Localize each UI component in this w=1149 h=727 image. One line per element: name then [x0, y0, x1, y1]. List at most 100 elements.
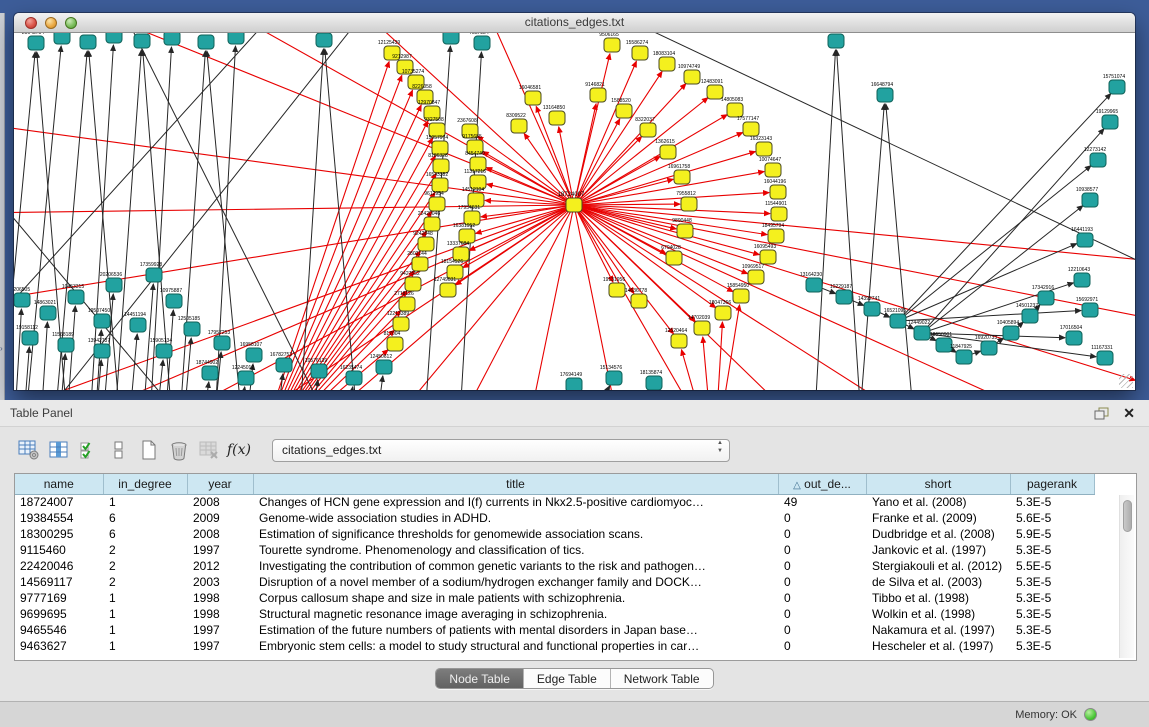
graph-node[interactable]: 15134576 [600, 365, 622, 385]
graph-node[interactable]: 12245012 [232, 365, 254, 385]
graph-edge[interactable] [142, 284, 153, 390]
cell-short[interactable]: de Silva et al. (2003) [866, 574, 1010, 590]
left-collapse-strip[interactable]: › [0, 13, 5, 400]
cell-name[interactable]: 9777169 [15, 590, 103, 606]
memory-status-light-icon[interactable] [1084, 708, 1097, 721]
graph-node[interactable]: 17016504 [1060, 325, 1082, 345]
close-window-button[interactable] [25, 17, 37, 29]
graph-node[interactable]: 19131956 [603, 277, 625, 297]
graph-edge[interactable] [584, 386, 610, 390]
graph-node[interactable]: 15586274 [626, 40, 648, 60]
window-titlebar[interactable]: citations_edges.txt [14, 13, 1135, 33]
graph-node[interactable]: 10196533 [158, 33, 180, 45]
table-row[interactable]: 1938455462009Genome-wide association stu… [15, 510, 1094, 526]
cell-title[interactable]: Embryonic stem cells: a model to study s… [253, 638, 778, 654]
graph-node[interactable]: 15276809 [192, 33, 214, 49]
resize-grip-icon[interactable] [1119, 374, 1133, 388]
graph-node[interactable]: 7857224 [469, 33, 490, 50]
graph-node[interactable]: 16235474 [340, 365, 362, 385]
graph-node[interactable]: 12450612 [370, 354, 392, 374]
cell-out-degree[interactable]: 0 [778, 574, 866, 590]
graph-edge[interactable] [898, 244, 1077, 321]
cell-title[interactable]: Tourette syndrome. Phenomenology and cla… [253, 542, 778, 558]
graph-edge[interactable] [574, 205, 1135, 262]
graph-node[interactable]: 9427552 [400, 271, 421, 291]
network-select-dropdown[interactable]: citations_edges.txt ▲▼ [272, 439, 730, 462]
cell-short[interactable]: Nakamura et al. (1997) [866, 622, 1010, 638]
cell-pagerank[interactable]: 5.3E-5 [1010, 574, 1094, 590]
graph-node[interactable]: 10405894 [997, 320, 1019, 340]
graph-node[interactable]: 8454749 [465, 151, 486, 171]
graph-node[interactable]: 7955812 [676, 191, 697, 211]
cell-year[interactable]: 1997 [187, 638, 253, 654]
graph-node[interactable]: 817004 [384, 331, 403, 351]
graph-node[interactable]: 16958107 [240, 342, 262, 362]
minimize-window-button[interactable] [45, 17, 57, 29]
graph-node[interactable]: 18154926 [441, 259, 463, 279]
graph-node[interactable]: 11825804 [74, 33, 96, 49]
collapse-handle-icon[interactable]: › [0, 343, 4, 355]
cell-out-degree[interactable]: 0 [778, 510, 866, 526]
graph-node[interactable]: 19507450 [88, 308, 110, 328]
graph-node[interactable]: 18650901 [930, 332, 952, 352]
cell-short[interactable]: Hescheler et al. (1997) [866, 638, 1010, 654]
column-header-title[interactable]: title [253, 474, 778, 494]
cell-pagerank[interactable]: 5.5E-5 [1010, 558, 1094, 574]
cell-in-degree[interactable]: 2 [103, 558, 187, 574]
graph-edge[interactable] [476, 205, 574, 233]
cell-in-degree[interactable]: 1 [103, 494, 187, 510]
cell-short[interactable]: Dudbridge et al. (2008) [866, 526, 1010, 542]
table-row[interactable]: 946362711997Embryonic stem cells: a mode… [15, 638, 1094, 654]
graph-node[interactable]: 8309522 [506, 113, 527, 133]
graph-node[interactable]: 21206505 [14, 287, 30, 307]
graph-node[interactable]: 17577147 [737, 116, 759, 136]
graph-node[interactable]: 10229187 [830, 284, 852, 304]
graph-node[interactable]: 22420046 [418, 211, 440, 231]
cell-out-degree[interactable]: 0 [778, 542, 866, 558]
graph-edge[interactable] [374, 376, 383, 390]
graph-node[interactable]: 14392741 [858, 296, 880, 316]
graph-node[interactable]: 11167331 [1091, 345, 1113, 365]
graph-edge[interactable] [40, 322, 47, 390]
table-row[interactable]: 977716911998Corpus callosum shape and si… [15, 590, 1094, 606]
table-scrollbar-thumb[interactable] [1123, 500, 1132, 532]
graph-node[interactable]: 1362615 [655, 139, 676, 159]
cell-name[interactable]: 18724007 [15, 494, 103, 510]
graph-node[interactable]: 14702039 [688, 315, 710, 335]
graph-node[interactable]: 9146821 [585, 82, 606, 102]
cell-in-degree[interactable]: 2 [103, 574, 187, 590]
graph-node[interactable]: 19129965 [1096, 109, 1118, 129]
function-builder-icon[interactable]: f(x) [226, 437, 252, 463]
graph-edge[interactable] [814, 50, 835, 390]
zoom-window-button[interactable] [65, 17, 77, 29]
graph-edge[interactable] [574, 205, 613, 282]
cell-short[interactable]: Tibbo et al. (1998) [866, 590, 1010, 606]
network-canvas[interactable]: 1872400712125439921298710735274822605812… [14, 33, 1135, 390]
graph-edge[interactable] [681, 350, 714, 390]
cell-year[interactable]: 1998 [187, 606, 253, 622]
cell-in-degree[interactable]: 1 [103, 622, 187, 638]
graph-node[interactable]: 12449022 [908, 320, 930, 340]
column-header-in-degree[interactable]: in_degree [103, 474, 187, 494]
graph-node[interactable]: 16046581 [519, 85, 541, 105]
table-row[interactable]: 911546021997Tourette syndrome. Phenomeno… [15, 542, 1094, 558]
cell-name[interactable]: 9463627 [15, 638, 103, 654]
graph-node[interactable]: 15907345 [48, 33, 70, 44]
graph-node[interactable]: 16543382 [426, 172, 448, 192]
cell-title[interactable]: Corpus callosum shape and size in male p… [253, 590, 778, 606]
cell-pagerank[interactable]: 5.3E-5 [1010, 494, 1094, 510]
cell-pagerank[interactable]: 5.3E-5 [1010, 638, 1094, 654]
cell-year[interactable]: 1998 [187, 590, 253, 606]
graph-node[interactable]: 17694149 [560, 372, 582, 390]
cell-name[interactable]: 9115460 [15, 542, 103, 558]
graph-edge[interactable] [574, 193, 769, 205]
graph-edge[interactable] [200, 382, 209, 390]
cell-name[interactable]: 19384554 [15, 510, 103, 526]
graph-node[interactable]: 10938577 [1076, 187, 1098, 207]
tab-node-table[interactable]: Node Table [436, 669, 523, 688]
table-row[interactable]: 969969511998Structural magnetic resonanc… [15, 606, 1094, 622]
graph-node[interactable]: 14501237 [1016, 303, 1038, 323]
cell-out-degree[interactable]: 0 [778, 590, 866, 606]
graph-node[interactable]: 16033809 [437, 33, 459, 44]
cell-title[interactable]: Investigating the contribution of common… [253, 558, 778, 574]
